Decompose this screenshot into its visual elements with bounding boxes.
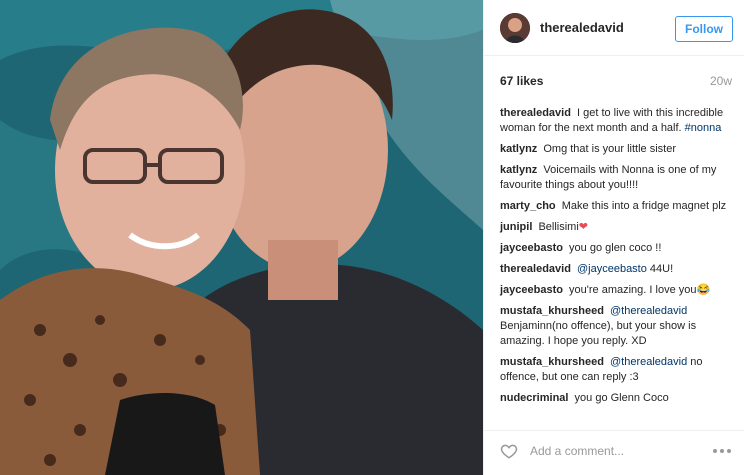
- more-options-icon[interactable]: [713, 449, 731, 453]
- mention-link[interactable]: @jayceebasto: [577, 263, 647, 275]
- comment-text: you go Glenn Coco: [574, 392, 669, 404]
- hashtag-link[interactable]: #nonna: [685, 122, 722, 134]
- comment-username[interactable]: jayceebasto: [500, 242, 563, 254]
- dot: [713, 449, 717, 453]
- comment-text: you're amazing. I love you: [569, 284, 697, 296]
- comment: therealedavid @jayceebasto 44U!: [500, 262, 734, 277]
- mention-link[interactable]: @therealedavid: [610, 356, 687, 368]
- laughing-emoji-icon: 😂: [696, 284, 711, 296]
- post-details-panel: therealedavid Follow 67 likes 20w therea…: [483, 0, 744, 475]
- comment-text: you go glen coco !!: [569, 242, 662, 254]
- heart-emoji-icon: ❤: [578, 221, 589, 233]
- comment: mustafa_khursheed @therealedavid Benjami…: [500, 304, 734, 349]
- comment: jayceebasto you go glen coco !!: [500, 241, 734, 256]
- follow-button[interactable]: Follow: [675, 16, 733, 42]
- comment: jayceebasto you're amazing. I love you😂: [500, 283, 734, 298]
- comment-username[interactable]: katlynz: [500, 164, 537, 176]
- comment-text: 44U!: [649, 263, 674, 275]
- comment-username[interactable]: mustafa_khursheed: [500, 356, 604, 368]
- comment-username[interactable]: jayceebasto: [500, 284, 563, 296]
- comment: katlynz Omg that is your little sister: [500, 142, 734, 157]
- comment-username[interactable]: marty_cho: [500, 200, 556, 212]
- comment-username[interactable]: therealedavid: [500, 107, 571, 119]
- add-comment-input[interactable]: [530, 442, 690, 460]
- comment: katlynz Voicemails with Nonna is one of …: [500, 163, 734, 193]
- comment-username[interactable]: katlynz: [500, 143, 537, 155]
- comment-footer: [484, 430, 744, 475]
- comment-list: therealedavid I get to live with this in…: [500, 106, 734, 412]
- post-username[interactable]: therealedavid: [540, 20, 624, 35]
- comment-text: Bellisimi: [538, 221, 579, 233]
- post-header: therealedavid Follow: [484, 0, 744, 56]
- comment: therealedavid I get to live with this in…: [500, 106, 734, 136]
- comment: mustafa_khursheed @therealedavid no offe…: [500, 355, 734, 385]
- heart-outline-icon[interactable]: [500, 442, 518, 460]
- comment: marty_cho Make this into a fridge magnet…: [500, 199, 734, 214]
- comment-username[interactable]: nudecriminal: [500, 392, 568, 404]
- comment-text: Benjaminn(no offence), but your show is …: [500, 320, 697, 347]
- avatar[interactable]: [500, 13, 530, 43]
- comment: nudecriminal you go Glenn Coco: [500, 391, 734, 406]
- comment-text: Make this into a fridge magnet plz: [561, 200, 727, 212]
- post-photo: [0, 0, 483, 475]
- comment-text: Omg that is your little sister: [543, 143, 677, 155]
- comment: junipil Bellisimi❤: [500, 220, 734, 235]
- comment-username[interactable]: mustafa_khursheed: [500, 305, 604, 317]
- like-count[interactable]: 67 likes: [500, 74, 543, 88]
- post-age[interactable]: 20w: [710, 74, 732, 88]
- mention-link[interactable]: @therealedavid: [610, 305, 687, 317]
- dot: [727, 449, 731, 453]
- comment-username[interactable]: junipil: [500, 221, 532, 233]
- post-meta: 67 likes 20w: [500, 74, 732, 92]
- dot: [720, 449, 724, 453]
- comment-username[interactable]: therealedavid: [500, 263, 571, 275]
